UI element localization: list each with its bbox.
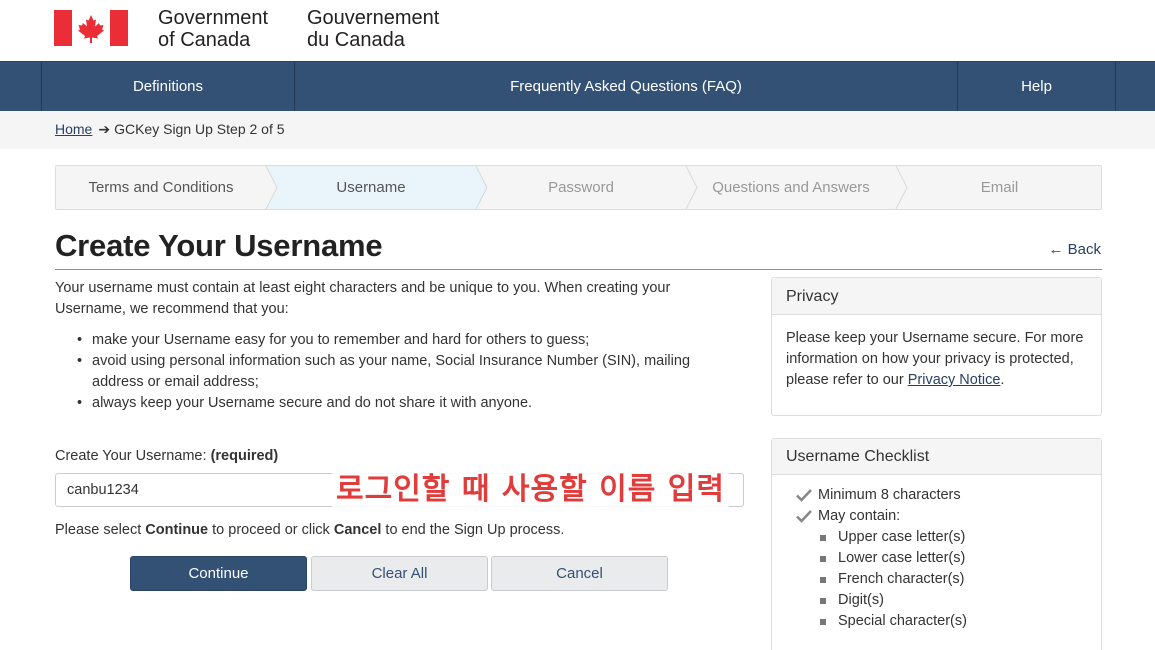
list-item-label: Upper case letter(s) xyxy=(838,529,966,545)
checklist: Minimum 8 characters May contain: Upper … xyxy=(772,475,1101,632)
breadcrumb-current: GCKey Sign Up Step 2 of 5 xyxy=(114,121,285,137)
list-item: avoid using personal information such as… xyxy=(55,351,745,393)
list-item-label: French character(s) xyxy=(838,571,965,587)
gouvernement-du-canada-wordmark: Gouvernement du Canada xyxy=(307,7,439,51)
gov-fr-line2: du Canada xyxy=(307,29,405,51)
step-email: Email xyxy=(980,179,1019,196)
step-divider-chevron-icon xyxy=(895,166,908,209)
arrow-right-icon: ➔ xyxy=(98,121,111,137)
required-marker: (required) xyxy=(210,448,279,464)
back-link[interactable]: ← Back xyxy=(1048,241,1101,258)
step-divider-chevron-icon xyxy=(256,166,278,209)
checklist-item: May contain: Upper case letter(s) Lower … xyxy=(796,506,1101,632)
gov-en-line2: of Canada xyxy=(158,29,251,51)
proceed-continue-word: Continue xyxy=(145,522,209,538)
breadcrumb-home-link[interactable]: Home xyxy=(55,121,92,137)
square-bullet-icon xyxy=(820,619,826,625)
canada-flag-icon[interactable] xyxy=(54,10,128,46)
site-header: Government of Canada Gouvernement du Can… xyxy=(0,0,1155,61)
step-terms: Terms and Conditions xyxy=(88,179,234,196)
square-bullet-icon xyxy=(820,535,826,541)
privacy-period: . xyxy=(1000,372,1005,388)
step-divider-chevron-icon xyxy=(685,166,698,209)
korean-annotation-overlay: 로그인할 때 사용할 이름 입력 xyxy=(332,470,729,510)
list-item-label: Digit(s) xyxy=(838,592,884,608)
privacy-panel-body: Please keep your Username secure. For mo… xyxy=(772,315,1101,404)
square-bullet-icon xyxy=(820,577,826,583)
list-item: French character(s) xyxy=(818,569,1101,590)
step-password: Password xyxy=(548,179,614,196)
breadcrumb: Home ➔ GCKey Sign Up Step 2 of 5 xyxy=(55,121,285,138)
username-label-text: Create Your Username: xyxy=(55,448,207,464)
checklist-item-label: May contain: xyxy=(818,508,901,524)
list-item: Digit(s) xyxy=(818,590,1101,611)
proceed-instructions: Please select Continue to proceed or cli… xyxy=(55,522,564,538)
clear-all-button[interactable]: Clear All xyxy=(311,556,488,591)
privacy-panel: Privacy Please keep your Username secure… xyxy=(771,277,1102,416)
step-questions: Questions and Answers xyxy=(712,179,870,196)
list-item: always keep your Username secure and do … xyxy=(55,393,745,414)
username-intro-text: Your username must contain at least eigh… xyxy=(55,280,671,317)
checklist-item: Minimum 8 characters xyxy=(796,485,1101,506)
checklist-panel-title: Username Checklist xyxy=(772,439,1101,475)
username-checklist-panel: Username Checklist Minimum 8 characters … xyxy=(771,438,1102,650)
step-divider-chevron-icon xyxy=(466,166,488,209)
breadcrumb-bar: Home ➔ GCKey Sign Up Step 2 of 5 xyxy=(0,111,1155,149)
nav-help[interactable]: Help xyxy=(957,62,1116,112)
gov-fr-line1: Gouvernement xyxy=(307,7,440,29)
continue-button[interactable]: Continue xyxy=(130,556,307,591)
recommendation-list: make your Username easy for you to remem… xyxy=(55,330,745,414)
signup-progress-steps: Terms and Conditions Username Password Q… xyxy=(55,165,1102,210)
step-username: Username xyxy=(266,166,476,209)
proceed-middle: to proceed or click xyxy=(208,522,334,538)
main-nav: Definitions Frequently Asked Questions (… xyxy=(0,61,1155,112)
title-divider xyxy=(55,269,1102,270)
square-bullet-icon xyxy=(820,556,826,562)
privacy-panel-title: Privacy xyxy=(772,278,1101,315)
list-item: Upper case letter(s) xyxy=(818,527,1101,548)
proceed-suffix: to end the Sign Up process. xyxy=(381,522,565,538)
government-of-canada-wordmark: Government of Canada xyxy=(158,7,268,51)
gov-en-line1: Government xyxy=(158,7,269,29)
page-title: Create Your Username xyxy=(55,228,383,263)
privacy-notice-link[interactable]: Privacy Notice xyxy=(908,372,1001,388)
allowed-characters-list: Upper case letter(s) Lower case letter(s… xyxy=(818,527,1101,632)
checklist-item-label: Minimum 8 characters xyxy=(818,487,961,503)
nav-definitions[interactable]: Definitions xyxy=(41,62,294,112)
nav-faq[interactable]: Frequently Asked Questions (FAQ) xyxy=(294,62,957,112)
list-item: Lower case letter(s) xyxy=(818,548,1101,569)
square-bullet-icon xyxy=(820,598,826,604)
checkmark-icon xyxy=(796,510,812,523)
cancel-button[interactable]: Cancel xyxy=(491,556,668,591)
username-field-label: Create Your Username: (required) xyxy=(55,448,278,464)
list-item-label: Lower case letter(s) xyxy=(838,550,966,566)
list-item-label: Special character(s) xyxy=(838,613,967,629)
proceed-cancel-word: Cancel xyxy=(333,522,382,538)
proceed-prefix: Please select xyxy=(55,522,146,538)
list-item: make your Username easy for you to remem… xyxy=(55,330,745,351)
checkmark-icon xyxy=(796,489,812,502)
list-item: Special character(s) xyxy=(818,611,1101,632)
